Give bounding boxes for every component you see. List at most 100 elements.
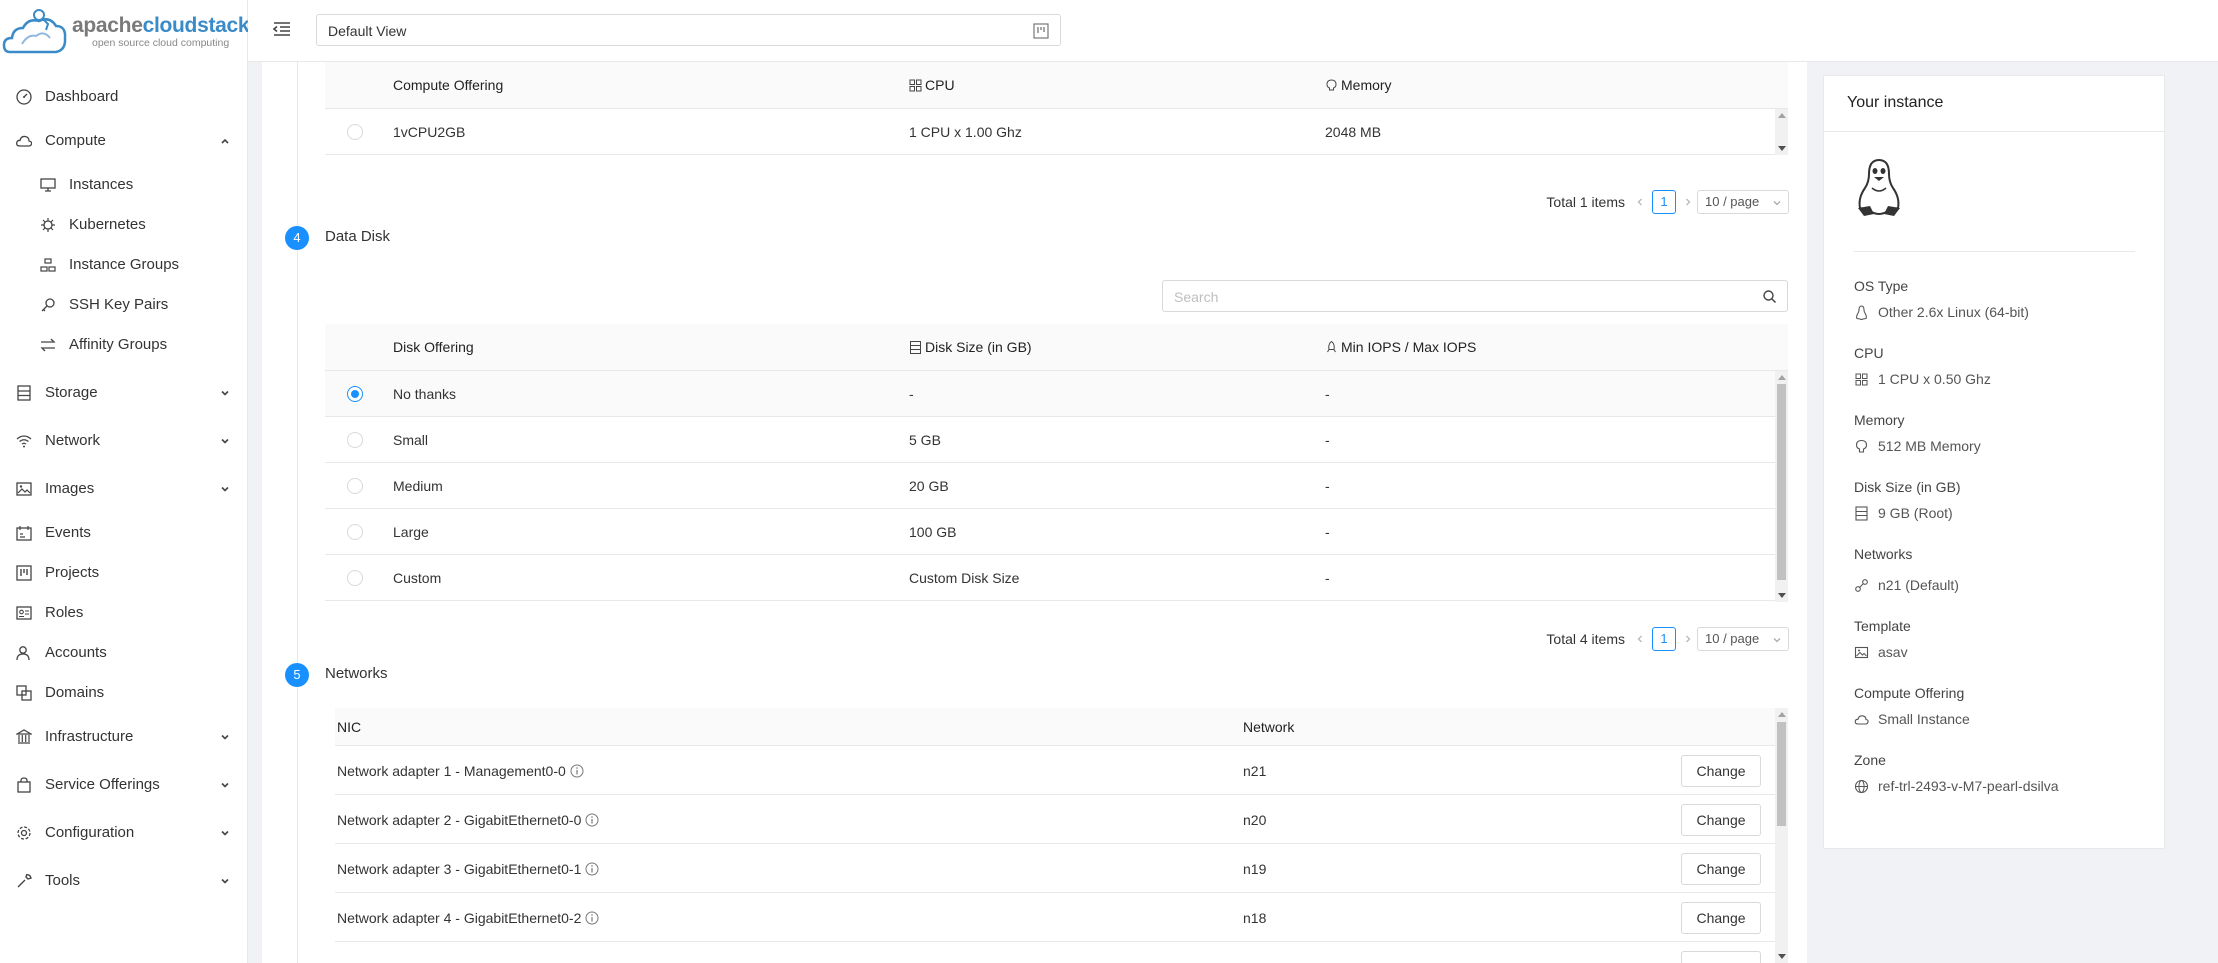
table-row[interactable]: No thanks - - [325, 371, 1788, 417]
table-row[interactable]: 1vCPU2GB 1 CPU x 1.00 Ghz 2048 MB [325, 109, 1788, 155]
row-radio[interactable] [347, 478, 363, 494]
picture-icon [1854, 646, 1869, 659]
scroll-down-arrow[interactable] [1778, 146, 1786, 151]
row-radio[interactable] [347, 432, 363, 448]
linux-os-logo-icon [1858, 158, 1900, 216]
chevron-right-icon[interactable] [1682, 633, 1694, 645]
shopping-icon [17, 777, 31, 793]
table-scrollbar[interactable] [1775, 708, 1788, 963]
sidebar-item-compute[interactable]: Compute [0, 121, 248, 161]
sidebar-item-configuration[interactable]: Configuration [0, 813, 248, 853]
page-size-select[interactable]: 10 / page [1697, 627, 1789, 651]
brand-tagline: open source cloud computing [92, 37, 230, 49]
info-circle-icon[interactable] [585, 911, 599, 925]
view-selector[interactable]: Default View [316, 14, 1061, 46]
scroll-down-arrow[interactable] [1778, 593, 1786, 598]
row-radio[interactable] [347, 524, 363, 540]
sidebar-item-infrastructure[interactable]: Infrastructure [0, 717, 248, 757]
chevron-down-icon [1773, 201, 1781, 206]
disk-search-input[interactable]: Search [1162, 280, 1788, 312]
page-number[interactable]: 1 [1652, 627, 1676, 651]
sidebar-item-label: Tools [45, 872, 81, 889]
sidebar-item-label: Infrastructure [45, 728, 134, 745]
sidebar-item-ssh-key-pairs[interactable]: SSH Key Pairs [0, 285, 248, 325]
table-header: Compute Offering CPU Memory [325, 62, 1788, 109]
scroll-thumb[interactable] [1777, 384, 1786, 580]
scroll-up-arrow[interactable] [1778, 712, 1786, 717]
sidebar-item-images[interactable]: Images [0, 469, 248, 509]
disk-name: No thanks [393, 386, 457, 402]
sidebar-item-service-offerings[interactable]: Service Offerings [0, 765, 248, 805]
sidebar-item-affinity-groups[interactable]: Affinity Groups [0, 325, 248, 365]
chevron-down-icon [221, 438, 229, 444]
schedule-icon [16, 526, 32, 541]
chevron-left-icon[interactable] [1634, 633, 1646, 645]
sidebar-item-kubernetes[interactable]: Kubernetes [0, 205, 248, 245]
hdd-icon [1855, 506, 1868, 521]
change-network-button[interactable]: Change [1681, 755, 1761, 787]
change-network-button[interactable]: Change [1681, 902, 1761, 934]
chevron-right-icon[interactable] [1682, 196, 1694, 208]
info-circle-icon[interactable] [585, 813, 599, 827]
scroll-down-arrow[interactable] [1778, 954, 1786, 959]
page-size-select[interactable]: 10 / page [1697, 190, 1789, 214]
cloudstack-logo-icon [2, 9, 67, 54]
rocket-icon [1327, 341, 1336, 353]
sidebar-item-network[interactable]: Network [0, 421, 248, 461]
page-size-value: 10 / page [1705, 194, 1760, 209]
change-network-button[interactable] [1681, 951, 1761, 963]
table-row[interactable]: Small 5 GB - [325, 417, 1788, 463]
cloud-icon [16, 135, 32, 147]
step-number-4: 4 [285, 226, 309, 250]
chevron-up-icon [221, 138, 229, 144]
database-icon [17, 385, 31, 401]
row-radio[interactable] [347, 124, 363, 140]
scroll-up-arrow[interactable] [1778, 113, 1786, 118]
wifi-icon [16, 435, 32, 448]
view-selector-value: Default View [328, 23, 407, 39]
table-row[interactable]: Large 100 GB - [325, 509, 1788, 555]
info-value: n21 (Default) [1854, 577, 2154, 593]
header-iops: Min IOPS / Max IOPS [1325, 339, 1476, 355]
sidebar-item-tools[interactable]: Tools [0, 861, 248, 901]
info-value-text: 9 GB (Root) [1878, 505, 1953, 521]
brand-apache: apache [72, 14, 143, 37]
sidebar-item-instances[interactable]: Instances [0, 165, 248, 205]
table-row[interactable]: Custom Custom Disk Size - [325, 555, 1788, 601]
disk-name: Medium [393, 478, 443, 494]
sidebar-item-label: Dashboard [45, 88, 119, 105]
change-network-button[interactable]: Change [1681, 804, 1761, 836]
sidebar-item-events[interactable]: Events [0, 513, 248, 553]
project-icon [1033, 23, 1049, 39]
info-key: Compute Offering [1854, 685, 1965, 701]
sidebar-item-accounts[interactable]: Accounts [0, 633, 248, 673]
card-title: Your instance [1847, 94, 1944, 111]
page-number[interactable]: 1 [1652, 190, 1676, 214]
sidebar-item-storage[interactable]: Storage [0, 373, 248, 413]
row-radio[interactable] [347, 386, 363, 402]
info-circle-icon[interactable] [570, 764, 584, 778]
logo[interactable]: apachecloudstack open source cloud compu… [0, 0, 250, 63]
change-network-button[interactable]: Change [1681, 853, 1761, 885]
brand-cloudstack: cloudstack [142, 14, 250, 37]
compute-offering-table: Compute Offering CPU Memory 1vCPU2GB 1 C… [325, 62, 1788, 158]
nic-network: n19 [1243, 861, 1267, 877]
sidebar-item-domains[interactable]: Domains [0, 673, 248, 713]
table-row[interactable]: Medium 20 GB - [325, 463, 1788, 509]
chevron-left-icon[interactable] [1634, 196, 1646, 208]
scroll-thumb[interactable] [1777, 722, 1786, 826]
search-icon[interactable] [1762, 289, 1777, 304]
table-scrollbar[interactable] [1775, 371, 1788, 602]
team-icon [16, 646, 30, 661]
sidebar-item-dashboard[interactable]: Dashboard [0, 77, 248, 117]
menu-fold-icon[interactable] [272, 19, 292, 39]
step-number-5: 5 [285, 663, 309, 687]
header-network: Network [1243, 719, 1295, 735]
row-radio[interactable] [347, 570, 363, 586]
scroll-up-arrow[interactable] [1778, 375, 1786, 380]
sidebar-item-roles[interactable]: Roles [0, 593, 248, 633]
info-circle-icon[interactable] [585, 862, 599, 876]
sidebar-item-projects[interactable]: Projects [0, 553, 248, 593]
table-scrollbar[interactable] [1775, 109, 1788, 155]
sidebar-item-instance-groups[interactable]: Instance Groups [0, 245, 248, 285]
